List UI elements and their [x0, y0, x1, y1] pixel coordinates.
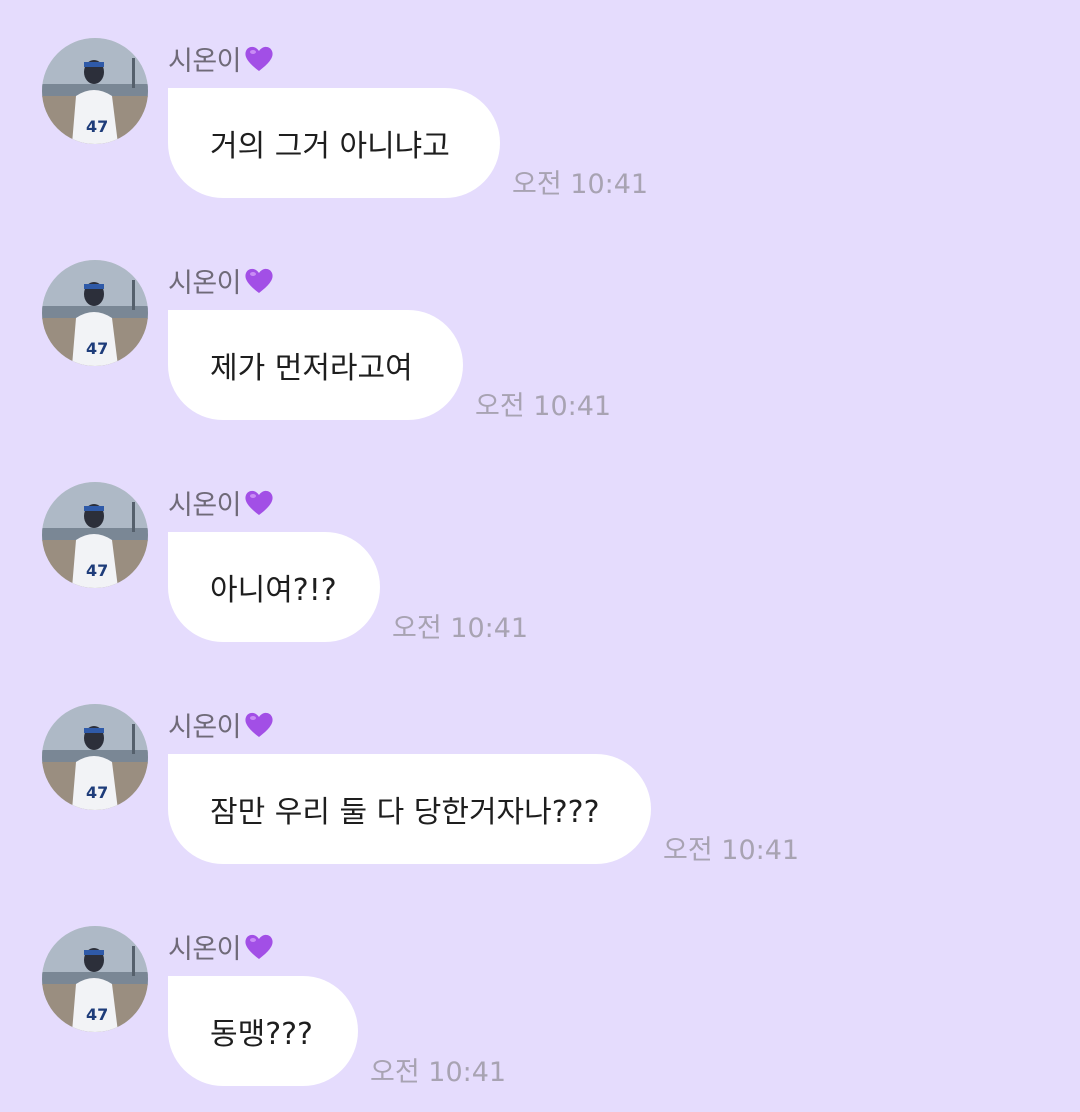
chat-list[interactable]: 47 시온이 거의 그거 아니냐고 오전 10:41 47 시온이 제가 먼저라…	[0, 0, 1080, 1112]
chat-message: 47 시온이 제가 먼저라고여 오전 10:41	[0, 222, 1080, 422]
purple-heart-icon	[245, 268, 273, 293]
message-time: 오전 10:41	[475, 391, 612, 422]
message-time: 오전 10:41	[512, 169, 649, 200]
chat-message: 47 시온이 동맹??? 오전 10:41	[0, 888, 1080, 1088]
purple-heart-icon	[245, 934, 273, 959]
chat-message: 47 시온이 거의 그거 아니냐고 오전 10:41	[0, 0, 1080, 200]
chat-message: 47 시온이 잠만 우리 둘 다 당한거자나??? 오전 10:41	[0, 666, 1080, 866]
message-bubble[interactable]: 아니여?!?	[168, 532, 380, 642]
svg-text:47: 47	[86, 561, 108, 580]
sender-name: 시온이	[168, 484, 275, 521]
message-time: 오전 10:41	[392, 613, 529, 644]
message-text: 동맹???	[210, 1017, 313, 1052]
message-time: 오전 10:41	[663, 835, 800, 866]
message-text: 제가 먼저라고여	[210, 351, 413, 386]
avatar[interactable]: 47	[42, 260, 148, 366]
message-bubble[interactable]: 잠만 우리 둘 다 당한거자나???	[168, 754, 651, 864]
avatar[interactable]: 47	[42, 38, 148, 144]
purple-heart-icon	[245, 46, 273, 71]
message-text: 잠만 우리 둘 다 당한거자나???	[210, 795, 600, 830]
svg-text:47: 47	[86, 1005, 108, 1024]
message-bubble[interactable]: 동맹???	[168, 976, 358, 1086]
avatar[interactable]: 47	[42, 704, 148, 810]
message-text: 아니여?!?	[210, 573, 337, 608]
purple-heart-icon	[245, 490, 273, 515]
svg-text:47: 47	[86, 117, 108, 136]
sender-name: 시온이	[168, 40, 275, 77]
purple-heart-icon	[245, 712, 273, 737]
avatar[interactable]: 47	[42, 926, 148, 1032]
sender-name: 시온이	[168, 262, 275, 299]
message-text: 거의 그거 아니냐고	[210, 129, 450, 164]
message-time: 오전 10:41	[370, 1057, 507, 1088]
chat-message: 47 시온이 아니여?!? 오전 10:41	[0, 444, 1080, 644]
svg-text:47: 47	[86, 339, 108, 358]
message-bubble[interactable]: 거의 그거 아니냐고	[168, 88, 500, 198]
sender-name: 시온이	[168, 928, 275, 965]
sender-name: 시온이	[168, 706, 275, 743]
avatar[interactable]: 47	[42, 482, 148, 588]
svg-text:47: 47	[86, 783, 108, 802]
message-bubble[interactable]: 제가 먼저라고여	[168, 310, 463, 420]
